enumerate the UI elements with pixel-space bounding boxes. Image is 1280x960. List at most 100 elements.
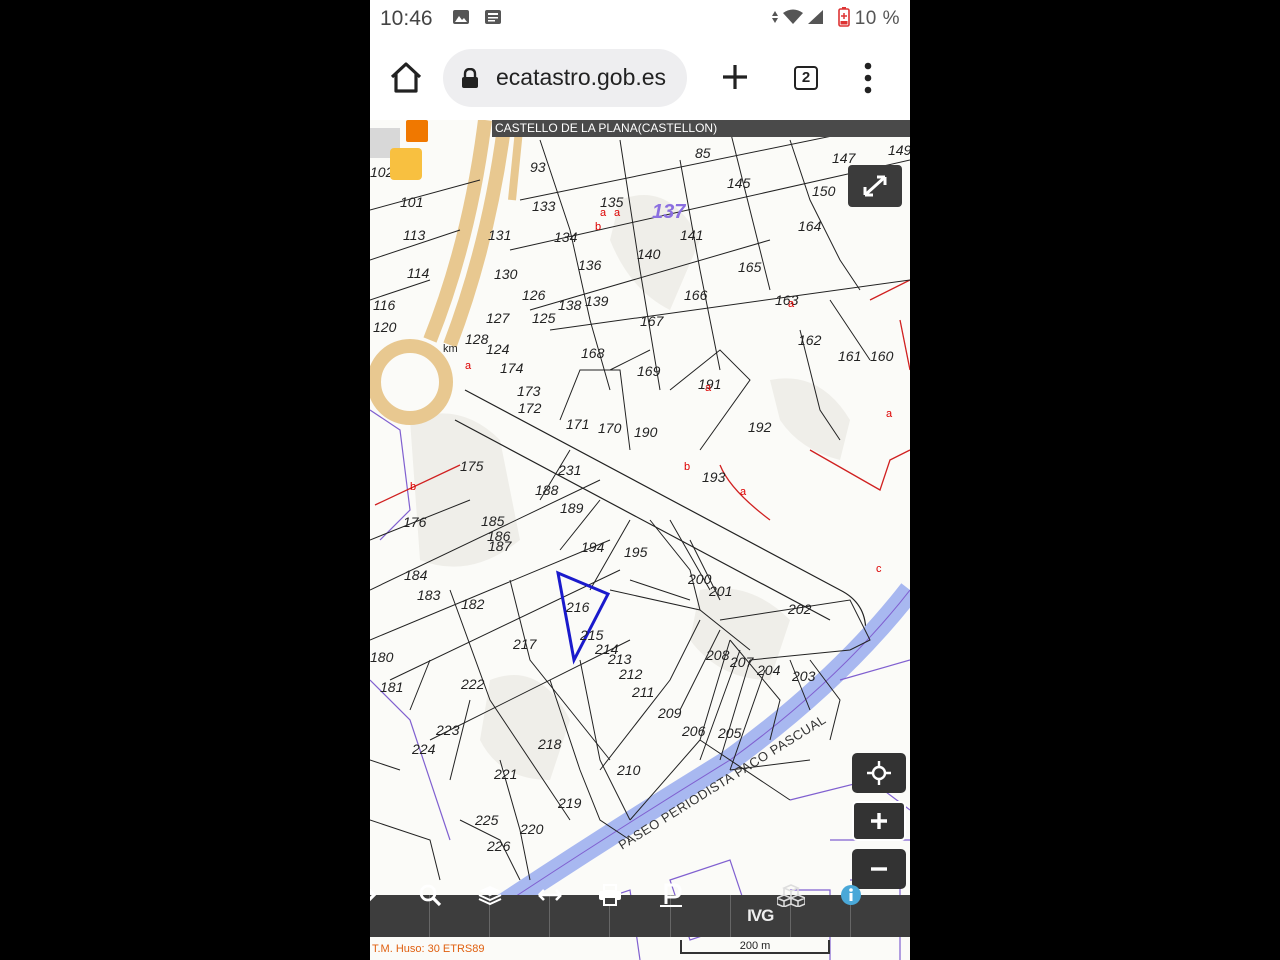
zoom-in-button[interactable] bbox=[852, 801, 906, 841]
map-toolbar: IVG bbox=[370, 883, 910, 937]
parcel-number: 207 bbox=[729, 654, 755, 670]
data-transfer-icon bbox=[772, 11, 778, 23]
address-bar[interactable]: ecatastro.gob.es bbox=[443, 49, 687, 107]
toolbar-plot-button[interactable] bbox=[659, 883, 731, 937]
municipality-label: CASTELLO DE LA PLANA(CASTELLON) bbox=[492, 120, 910, 137]
parcel-number: 216 bbox=[565, 599, 590, 615]
url-text: ecatastro.gob.es bbox=[496, 64, 667, 90]
battery-percentage: 10 % bbox=[854, 8, 900, 29]
parcel-number: 182 bbox=[461, 596, 485, 612]
parcel-number: 163 bbox=[775, 292, 799, 308]
parcel-number: 225 bbox=[474, 812, 499, 828]
search-icon bbox=[419, 884, 442, 907]
status-bar: 10:46 10 % bbox=[370, 0, 910, 38]
chevron-right-icon bbox=[370, 888, 377, 902]
more-menu-icon[interactable] bbox=[864, 62, 872, 94]
svg-text:a: a bbox=[740, 486, 747, 498]
tab-switcher-button[interactable]: 2 bbox=[794, 66, 818, 90]
parcel-number: 181 bbox=[380, 679, 403, 695]
parcel-number: 194 bbox=[581, 539, 605, 555]
parcel-number: 185 bbox=[481, 513, 505, 529]
parcel-number: 175 bbox=[460, 458, 484, 474]
info-icon bbox=[840, 885, 861, 905]
parcel-number: 218 bbox=[537, 736, 562, 752]
parcel-number: 164 bbox=[798, 218, 822, 234]
parcel-number: 231 bbox=[557, 462, 581, 478]
parcel-number: 189 bbox=[560, 500, 584, 516]
projection-label: T.M. Huso: 30 ETRS89 bbox=[372, 943, 485, 955]
parcel-number: 113 bbox=[403, 227, 426, 243]
parcel-number: 180 bbox=[370, 649, 394, 665]
news-notification-icon bbox=[485, 10, 501, 24]
fullscreen-button[interactable] bbox=[848, 165, 902, 207]
parcel-number: 183 bbox=[417, 587, 441, 603]
parcel-number: 188 bbox=[535, 482, 559, 498]
plot-icon bbox=[659, 883, 682, 907]
parcel-number: 204 bbox=[756, 662, 781, 678]
parcel-number: 167 bbox=[640, 313, 665, 329]
cell-signal-icon bbox=[808, 10, 823, 24]
parcel-number: 214 bbox=[594, 641, 619, 657]
km-marker: km bbox=[443, 343, 458, 355]
parcel-number: 128 bbox=[465, 331, 489, 347]
home-icon[interactable] bbox=[388, 60, 424, 96]
svg-text:a: a bbox=[465, 360, 472, 372]
parcel-number: 215 bbox=[579, 627, 604, 643]
parcel-number: 165 bbox=[738, 259, 762, 275]
parcel-number: 116 bbox=[373, 297, 396, 313]
status-time: 10:46 bbox=[380, 7, 433, 30]
plus-icon bbox=[871, 813, 887, 829]
parcel-number: 101 bbox=[400, 194, 423, 210]
parcel-number: 114 bbox=[407, 265, 430, 281]
svg-text:b: b bbox=[684, 461, 690, 473]
phone-screen: 10:46 10 % ecatastro.gob.es 2 85 93 101 … bbox=[370, 0, 910, 960]
layers-icon bbox=[478, 886, 502, 906]
parcel-number: 140 bbox=[637, 246, 661, 262]
3d-blocks-icon bbox=[776, 884, 805, 907]
svg-text:a: a bbox=[886, 408, 893, 420]
locate-button[interactable] bbox=[852, 753, 906, 793]
parcel-number: 170 bbox=[598, 420, 622, 436]
parcel-number: 93 bbox=[530, 159, 546, 175]
parcel-number: 187 bbox=[488, 538, 513, 554]
browser-toolbar: ecatastro.gob.es 2 bbox=[370, 38, 910, 120]
parcel-number: 211 bbox=[631, 684, 654, 700]
parcel-number: 209 bbox=[657, 705, 682, 721]
parcel-number: 160 bbox=[870, 348, 894, 364]
parcel-number: 130 bbox=[494, 266, 518, 282]
minus-icon bbox=[871, 867, 887, 871]
parcel-number: 210 bbox=[616, 762, 641, 778]
parcel-number: 206 bbox=[681, 723, 706, 739]
parcel-number: 203 bbox=[791, 668, 816, 684]
parcel-number: 169 bbox=[637, 363, 661, 379]
lock-icon bbox=[462, 68, 478, 88]
parcel-number: 131 bbox=[488, 227, 511, 243]
parcel-number: 201 bbox=[708, 583, 732, 599]
block-label: 137 bbox=[652, 201, 686, 223]
zoom-out-button[interactable] bbox=[852, 849, 906, 889]
battery-icon bbox=[838, 7, 850, 27]
parcel-number: 192 bbox=[748, 419, 772, 435]
toolbar-info-button[interactable] bbox=[840, 885, 910, 937]
parcel-number: 223 bbox=[435, 722, 460, 738]
parcel-number: 125 bbox=[532, 310, 556, 326]
print-icon bbox=[599, 884, 622, 906]
parcel-number: 166 bbox=[684, 287, 708, 303]
parcel-number: 202 bbox=[787, 601, 812, 617]
parcel-number: 162 bbox=[798, 332, 822, 348]
parcel-number: 138 bbox=[558, 297, 582, 313]
parcel-number: 139 bbox=[585, 293, 609, 309]
svg-text:a: a bbox=[600, 207, 607, 219]
parcel-number: 221 bbox=[493, 766, 517, 782]
new-tab-icon[interactable] bbox=[720, 62, 750, 92]
parcel-number: 193 bbox=[702, 469, 726, 485]
parcel-number: 226 bbox=[486, 838, 511, 854]
parcel-number: 205 bbox=[717, 725, 742, 741]
parcel-number: 220 bbox=[519, 821, 544, 837]
cadastral-map[interactable]: 85 93 101 102 113 114 116 120 124 125 126 127 128 130… bbox=[370, 120, 910, 960]
parcel-number: 149 bbox=[888, 142, 910, 158]
parcel-number: 172 bbox=[518, 400, 542, 416]
parcel-map-canvas[interactable]: 8593101102113114116120124125126127128130… bbox=[370, 120, 910, 960]
svg-text:b: b bbox=[410, 481, 416, 493]
parcel-number: 147 bbox=[832, 150, 857, 166]
